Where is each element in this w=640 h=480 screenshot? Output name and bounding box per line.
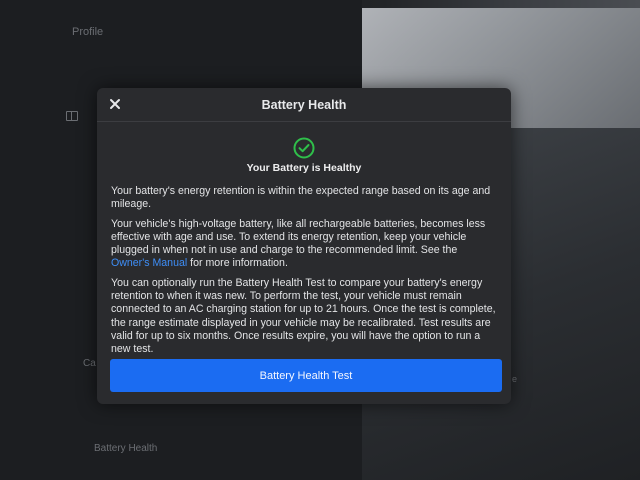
dialog-title: Battery Health [261, 97, 347, 112]
dialog-body: Your battery's energy retention is withi… [97, 185, 511, 357]
retention-paragraph: Your battery's energy retention is withi… [111, 185, 491, 211]
care-paragraph: Your vehicle's high-voltage battery, lik… [111, 218, 498, 271]
battery-health-test-button[interactable]: Battery Health Test [110, 359, 502, 392]
care-text-end: for more information. [187, 257, 288, 270]
close-button[interactable] [107, 96, 123, 112]
battery-status: Your Battery is Healthy [97, 137, 511, 174]
test-info-paragraph: You can optionally run the Battery Healt… [111, 276, 496, 356]
owners-manual-link[interactable]: Owner's Manual [111, 257, 187, 269]
background-partial-right-label: e [512, 374, 518, 384]
check-circle-icon [293, 137, 315, 159]
background-battery-health-item[interactable]: Battery Health [94, 443, 157, 454]
care-text: Your vehicle's high-voltage battery, lik… [111, 217, 486, 257]
background-profile-label[interactable]: Profile [72, 26, 103, 38]
status-text: Your Battery is Healthy [246, 162, 362, 174]
screen: Profile Ca Battery Health e Battery Heal… [0, 0, 640, 480]
dialog-header: Battery Health [97, 88, 511, 122]
close-icon [107, 96, 123, 112]
book-icon [66, 111, 78, 121]
background-partial-label: Ca [83, 358, 96, 369]
battery-health-dialog: Battery Health Your Battery is Healthy Y… [97, 88, 511, 404]
